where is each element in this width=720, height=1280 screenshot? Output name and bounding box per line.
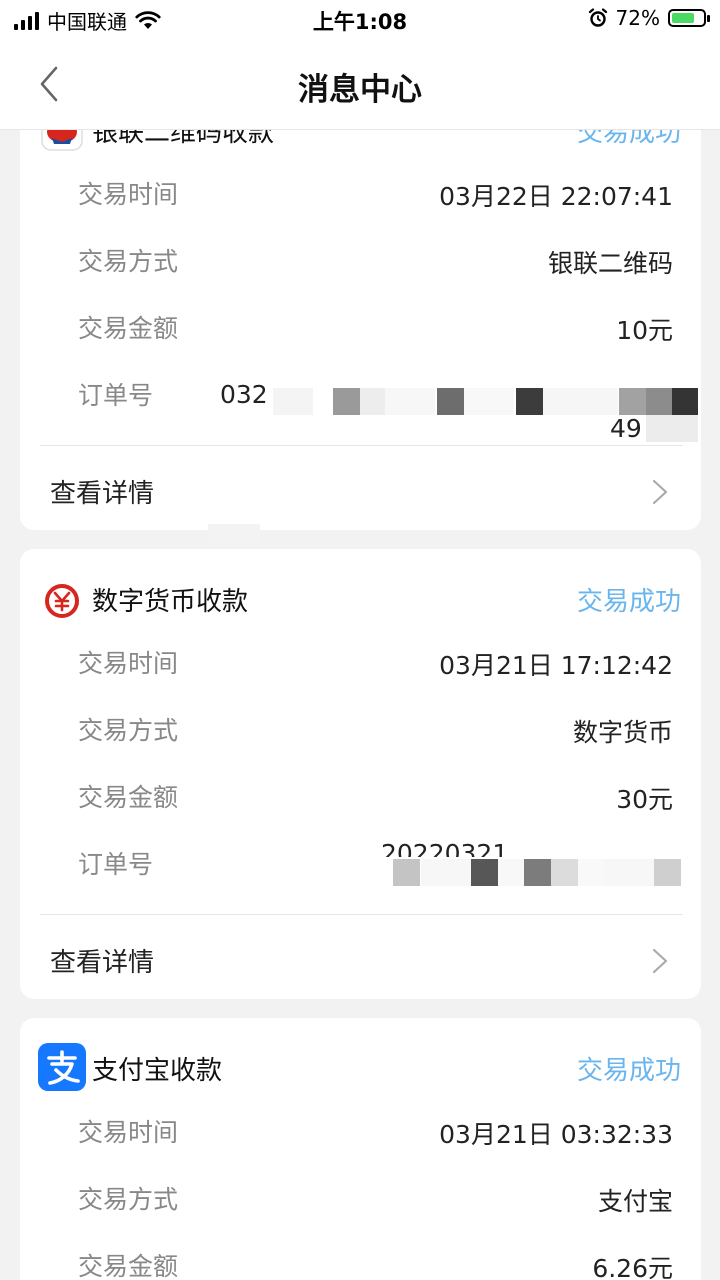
row-label: 交易金额 [78,1252,179,1280]
view-details-button[interactable]: 查看详情 [50,463,681,513]
divider [40,445,683,446]
row-label: 订单号 [78,381,154,410]
chevron-right-icon [652,479,668,505]
status-bar: 中国联通 上午1:08 72% [0,0,720,38]
redaction-patch [208,524,260,548]
transaction-card-unionpay[interactable]: 银联二维码收款 交易成功 交易时间 03月22日 22:07:41 交易方式 银… [20,80,701,548]
order-number-prefix: 20220321 [381,839,509,857]
divider [40,914,683,915]
status-badge: 交易成功 [576,1056,681,1086]
row-transaction-method: 交易方式 支付宝 [78,1180,673,1220]
row-value: 10元 [616,316,673,345]
row-label: 交易金额 [78,783,179,812]
redaction-mosaic [273,388,698,448]
row-transaction-time: 交易时间 03月22日 22:07:41 [78,175,673,215]
transaction-card-digital-yuan[interactable]: 数字货币收款 交易成功 交易时间 03月21日 17:12:42 交易方式 数字… [20,549,701,999]
row-transaction-amount: 交易金额 30元 [78,778,673,818]
row-transaction-time: 交易时间 03月21日 03:32:33 [78,1113,673,1153]
alipay-icon [38,1043,86,1091]
row-transaction-method: 交易方式 数字货币 [78,711,673,751]
status-badge: 交易成功 [576,587,681,617]
row-label: 交易方式 [78,247,179,276]
row-label: 订单号 [78,850,154,879]
row-label: 交易时间 [78,1118,179,1147]
redaction-mosaic [393,859,698,887]
row-value: 银联二维码 [547,249,673,278]
status-bar-right: 72% [588,6,710,30]
row-value: 数字货币 [572,718,673,747]
card-title: 支付宝收款 [92,1056,223,1086]
screen: 银联二维码收款 交易成功 交易时间 03月22日 22:07:41 交易方式 银… [0,0,720,1280]
card-title: 数字货币收款 [92,587,249,617]
row-label: 交易金额 [78,314,179,343]
row-value: 03月22日 22:07:41 [439,182,673,211]
view-details-button[interactable]: 查看详情 [50,932,681,982]
battery-icon [668,9,710,27]
battery-fill [672,13,694,23]
row-label: 交易方式 [78,1185,179,1214]
order-number-prefix: 032 [220,380,268,409]
battery-percent: 72% [615,6,660,30]
row-label: 交易方式 [78,716,179,745]
digital-yuan-icon [45,584,79,618]
chevron-right-icon [652,948,668,974]
transaction-card-alipay[interactable]: 支付宝收款 交易成功 交易时间 03月21日 03:32:33 交易方式 支付宝… [20,1018,701,1280]
row-label: 交易时间 [78,180,179,209]
view-details-label: 查看详情 [50,948,155,978]
row-label: 交易时间 [78,649,179,678]
alarm-icon [588,8,607,27]
nav-bar: 消息中心 [0,38,720,130]
row-transaction-amount: 交易金额 6.26元 [78,1247,673,1280]
card-header: 支付宝收款 交易成功 [38,1043,681,1091]
row-order-number: 订单号 20220321 [78,839,681,895]
row-order-number: 订单号 032 49 [78,376,698,548]
row-transaction-amount: 交易金额 10元 [78,309,673,349]
row-value: 6.26元 [592,1254,673,1280]
page-title: 消息中心 [298,72,422,108]
row-value: 03月21日 03:32:33 [439,1120,673,1149]
row-value: 支付宝 [597,1187,673,1216]
row-value: 30元 [616,785,673,814]
row-transaction-time: 交易时间 03月21日 17:12:42 [78,644,673,684]
row-value: 03月21日 17:12:42 [439,651,673,680]
card-header: 数字货币收款 交易成功 [40,577,681,618]
row-transaction-method: 交易方式 银联二维码 [78,242,673,282]
view-details-label: 查看详情 [50,479,155,509]
